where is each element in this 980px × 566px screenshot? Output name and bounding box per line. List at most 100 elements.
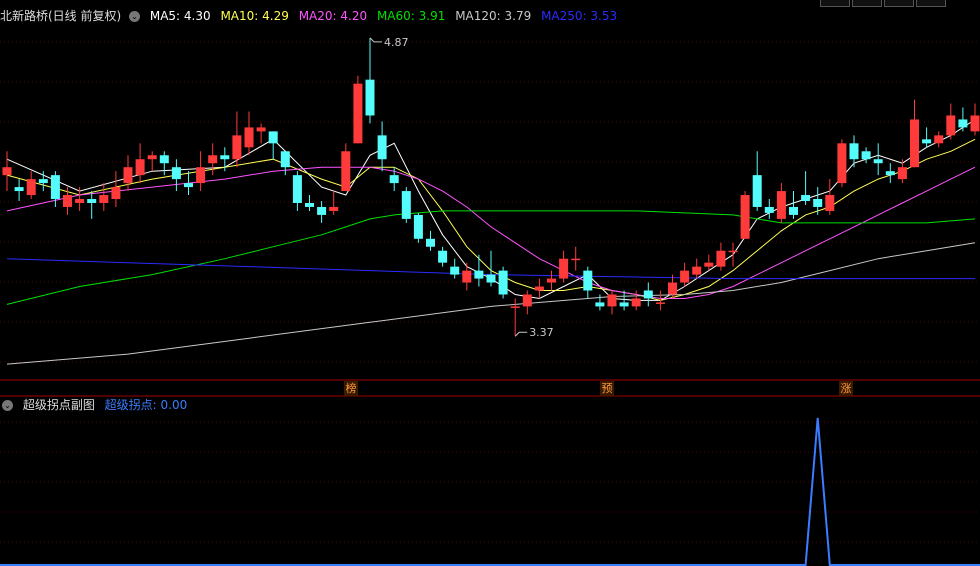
ma120-legend: MA120: 3.79: [455, 9, 532, 23]
candle-body: [389, 175, 399, 184]
candle-body: [837, 143, 847, 184]
candle-body: [305, 202, 314, 207]
candle-body: [825, 195, 835, 211]
candle-body: [135, 159, 145, 176]
candle-body: [377, 135, 387, 160]
candle-body: [63, 195, 72, 207]
candle-body: [111, 187, 121, 200]
candle-body: [280, 151, 290, 168]
candle-body: [607, 294, 617, 307]
candle-body: [668, 282, 677, 295]
candle-body: [256, 127, 266, 132]
toolbar-button-2[interactable]: [852, 0, 882, 7]
candle-body: [510, 306, 520, 308]
candle-body: [897, 167, 907, 180]
candle-body: [75, 199, 85, 203]
candle-body: [946, 115, 956, 136]
toolbar-button-3[interactable]: [884, 0, 914, 7]
chart-title: 北新路桥(日线 前复权): [0, 9, 122, 23]
candle-body: [752, 175, 762, 207]
signal-marker: 预: [600, 381, 614, 396]
candle-body: [692, 266, 702, 275]
candle-body: [849, 143, 859, 160]
candle-body: [329, 206, 339, 211]
annotation-label: 4.87: [384, 36, 409, 49]
candle-body: [801, 195, 811, 201]
candle-body: [426, 238, 435, 247]
candle-body: [583, 270, 593, 291]
annotation-arrow: [514, 331, 528, 337]
price-chart: 4.87 3.37: [0, 36, 980, 566]
ma60-legend: MA60: 3.91: [376, 9, 446, 23]
candle-body: [450, 266, 460, 275]
candle-body: [559, 258, 569, 279]
candle-body: [534, 286, 544, 291]
candle-body: [522, 294, 532, 307]
candle-body: [861, 151, 871, 160]
annotation-arrow: [369, 37, 382, 43]
ma20-legend: MA20: 4.20: [298, 9, 368, 23]
ma250-legend: MA250: 3.53: [541, 9, 618, 23]
ma5-legend: MA5: 4.30: [149, 9, 211, 23]
indicator-line: [0, 417, 980, 566]
candle-body: [184, 183, 193, 188]
sub-chart-title: 超级拐点副图: [22, 398, 95, 412]
candle-body: [631, 298, 641, 307]
candle-body: [99, 195, 109, 203]
candle-body: [87, 199, 97, 203]
candle-body: [14, 187, 24, 192]
candle-body: [220, 155, 230, 160]
candle-body: [958, 119, 968, 128]
main-header: 北新路桥(日线 前复权) ⌄ MA5: 4.30 MA10: 4.29 MA20…: [0, 7, 623, 25]
candle-body: [970, 115, 980, 132]
candle-body: [728, 250, 738, 253]
candle-body: [547, 278, 556, 283]
candle-body: [813, 199, 823, 207]
candle-body: [268, 131, 278, 144]
indicator-legend: 超级拐点: 0.00: [104, 398, 188, 412]
candle-body: [474, 270, 484, 279]
candle-body: [764, 206, 774, 213]
candle-body: [317, 206, 327, 215]
candle-body: [704, 262, 714, 267]
candle-body: [159, 155, 169, 164]
candle-body: [910, 119, 919, 168]
candle-body: [486, 274, 496, 283]
candle-body: [401, 191, 411, 219]
candle-body: [680, 270, 690, 283]
candle-body: [438, 250, 448, 263]
candle-body: [413, 214, 423, 239]
candle-body: [595, 302, 605, 307]
candle-body: [38, 179, 48, 184]
signal-marker: 涨: [839, 381, 853, 396]
candle-body: [571, 258, 581, 261]
candle-body: [365, 79, 375, 116]
candle-body: [171, 167, 181, 180]
candle-body: [292, 175, 302, 203]
candle-body: [655, 302, 665, 304]
candle-body: [643, 290, 653, 299]
candle-body: [232, 135, 242, 160]
candle-body: [776, 191, 786, 219]
signal-marker: 榜: [344, 381, 358, 396]
candle-body: [147, 155, 157, 160]
candle-body: [2, 167, 12, 176]
toolbar-button-1[interactable]: [820, 0, 850, 7]
toolbar-button-4[interactable]: [916, 0, 946, 7]
ma10-legend: MA10: 4.29: [220, 9, 289, 23]
chevron-down-icon[interactable]: ⌄: [2, 400, 13, 411]
candle-body: [208, 155, 218, 164]
candle-body: [244, 127, 254, 148]
candle-body: [619, 302, 629, 307]
chevron-down-icon[interactable]: ⌄: [129, 11, 141, 22]
annotation-label: 3.37: [529, 326, 554, 339]
sub-header: ⌄ 超级拐点副图 超级拐点: 0.00: [0, 396, 193, 414]
candle-body: [462, 270, 472, 283]
candle-body: [50, 175, 60, 200]
candle-body: [26, 179, 36, 196]
candle-body: [922, 139, 932, 144]
candle-body: [716, 250, 726, 267]
candle-body: [196, 167, 206, 184]
candle-body: [885, 171, 895, 176]
candle-body: [353, 83, 363, 144]
